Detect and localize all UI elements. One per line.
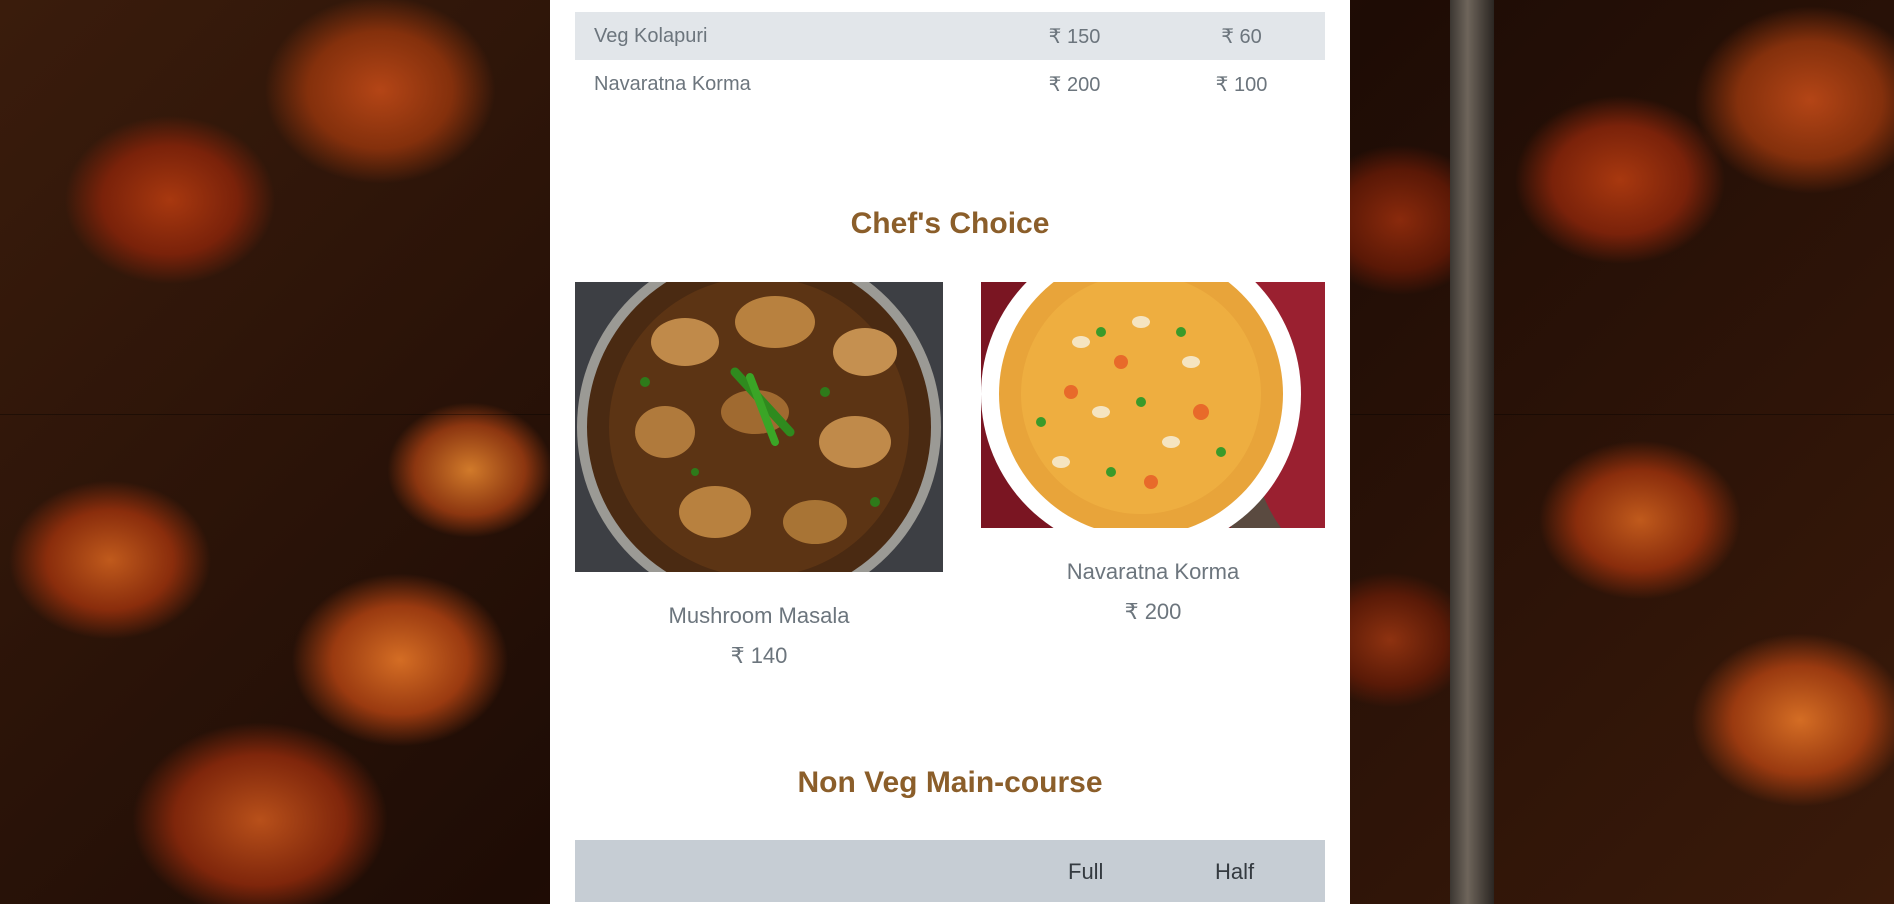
chefs-choice-dish-name: Mushroom Masala (668, 603, 850, 628)
dish-name: Navaratna Korma (594, 72, 751, 95)
chefs-choice-dish-name: Navaratna Korma (1066, 559, 1240, 584)
full-price: ₹ 150 (1048, 25, 1101, 48)
navaratna-korma-photo (981, 282, 1325, 528)
chefs-choice-card[interactable]: Mushroom Masala ₹ 140 (575, 282, 943, 669)
non-veg-title: Non Veg Main-course (797, 766, 1103, 799)
non-veg-table-header: Full Half (575, 840, 1325, 902)
menu-container: Veg Kolapuri ₹ 150 ₹ 60 Navaratna Korma … (550, 0, 1350, 904)
dish-name: Veg Kolapuri (594, 24, 708, 47)
table-row: Veg Kolapuri ₹ 150 ₹ 60 (575, 12, 1325, 60)
chefs-choice-dish-price: ₹ 200 (1124, 599, 1182, 624)
table-row: Navaratna Korma ₹ 200 ₹ 100 (575, 60, 1325, 108)
full-column-header: Full (1068, 859, 1104, 884)
full-price: ₹ 200 (1048, 73, 1101, 96)
half-column-header: Half (1215, 859, 1255, 884)
mushroom-masala-photo (575, 282, 943, 572)
background-pan-edge (1450, 0, 1494, 904)
half-price: ₹ 100 (1215, 73, 1268, 96)
half-price: ₹ 60 (1221, 25, 1262, 48)
chefs-choice-title: Chef's Choice (850, 207, 1050, 240)
chefs-choice-card[interactable]: Navaratna Korma ₹ 200 (981, 282, 1325, 625)
chefs-choice-dish-price: ₹ 140 (730, 643, 788, 668)
veg-menu-table: Veg Kolapuri ₹ 150 ₹ 60 Navaratna Korma … (575, 12, 1325, 108)
